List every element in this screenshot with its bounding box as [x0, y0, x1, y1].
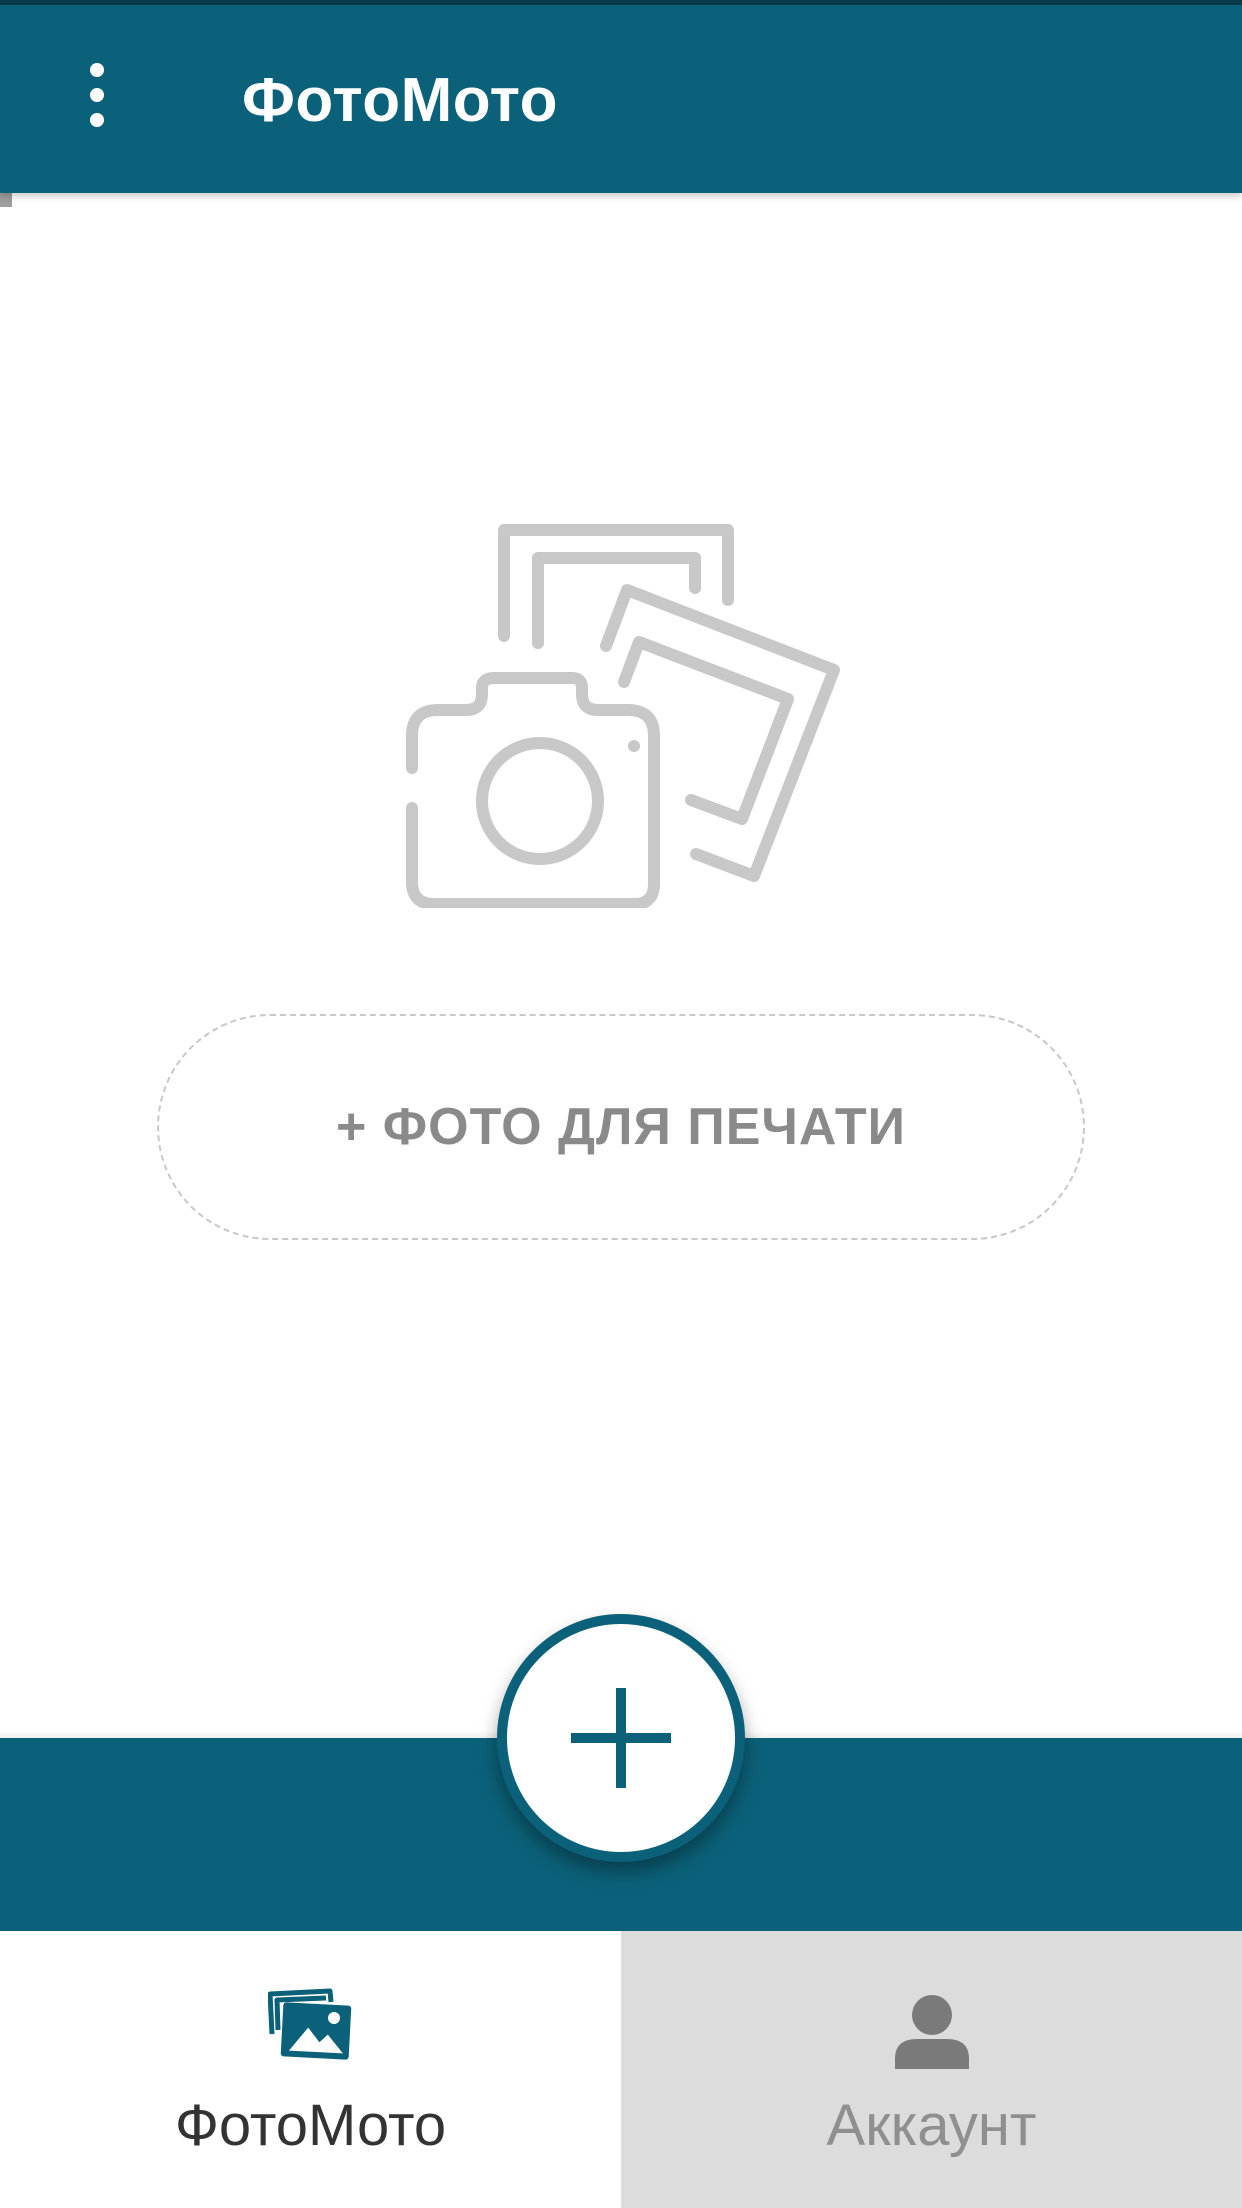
camera-photos-icon: [398, 518, 848, 910]
person-icon: [894, 1995, 969, 2069]
more-vert-icon[interactable]: [72, 60, 122, 130]
plus-icon: [571, 1688, 671, 1788]
app-title: ФотоМото: [242, 66, 559, 135]
add-photo-label: + ФОТО ДЛЯ ПЕЧАТИ: [335, 1098, 907, 1156]
add-photo-button[interactable]: + ФОТО ДЛЯ ПЕЧАТИ: [157, 1014, 1085, 1240]
add-fab-button[interactable]: [497, 1614, 745, 1862]
tab-fotomoto-label: ФотоМото: [174, 2093, 447, 2158]
bottom-nav: ФотоМото Аккаунт: [0, 1931, 1242, 2208]
scroll-indicator: [0, 193, 12, 207]
tab-account-label: Аккаунт: [826, 2093, 1037, 2158]
photos-icon: [267, 1988, 351, 2060]
tab-account[interactable]: Аккаунт: [621, 1931, 1242, 2208]
app-bar: ФотоМото: [0, 5, 1242, 193]
tab-fotomoto[interactable]: ФотоМото: [0, 1931, 621, 2208]
